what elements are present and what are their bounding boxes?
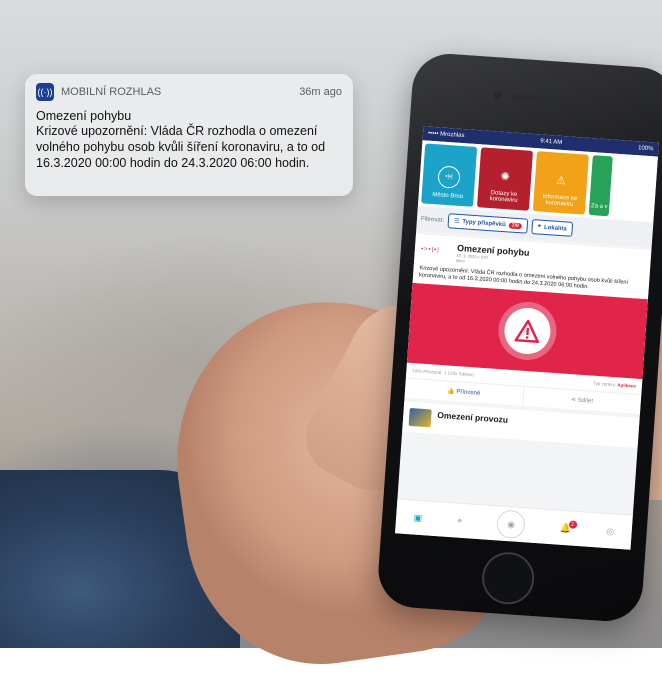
useful-label: Přínosné (456, 389, 481, 397)
profile-tab-icon[interactable]: ◎ (606, 525, 615, 537)
virus-icon: ✺ (500, 170, 511, 183)
tile-label: Za a v (590, 203, 608, 211)
smartphone: ••••• Mrozhlas 9:41 AM 100% •|•| Město B… (375, 51, 662, 624)
tile-label: Dotazy ke koronaviru (489, 190, 518, 204)
type-value: Aplikace (617, 382, 637, 389)
location-tab-icon[interactable]: ⌖ (457, 515, 463, 526)
battery: 100% (637, 145, 654, 153)
tile-informace[interactable]: ⚠ Informace ke koronaviru (532, 151, 589, 215)
filter-label: Filtrovat: (420, 215, 445, 224)
location-pin-icon: ⌖ (537, 223, 542, 230)
post-type: Typ zprávy: Aplikace (593, 381, 636, 389)
sliders-icon: ☰ (453, 218, 460, 225)
post-title-2: Omezení provozu (437, 409, 509, 425)
warning-icon (502, 306, 553, 356)
push-notification[interactable]: ((·)) MOBILNÍ ROZHLAS 36m ago Omezení po… (25, 74, 353, 196)
useful-count: 100x Přínosné (412, 368, 442, 376)
feed-tab-icon[interactable]: ▣ (413, 512, 422, 524)
types-filter-label: Typy příspěvků (462, 218, 507, 228)
earpiece-speaker (511, 94, 568, 104)
notification-count-badge: 2 (568, 519, 577, 529)
types-count-badge: 7/9 (508, 221, 522, 229)
location-filter-button[interactable]: ⌖ Lokalita (531, 219, 574, 237)
notifications-tab-icon[interactable]: 🔔 2 (560, 519, 577, 534)
share-icon: ⋖ (570, 397, 577, 404)
shared-count: 1 120x Sdíleno (443, 370, 475, 378)
notification-time: 36m ago (299, 86, 342, 98)
city-logo-icon: •|•| (437, 165, 461, 189)
share-label: Sdílet (577, 397, 594, 405)
tile-partial[interactable]: Za a v (588, 155, 613, 217)
front-camera (493, 91, 503, 100)
types-filter-button[interactable]: ☰ Typy příspěvků 7/9 (447, 213, 529, 234)
post-heading: Omezení pohybu 15. 3. 2020 v 8:57 Brno (456, 243, 530, 268)
tile-mesto-brno[interactable]: •|•| Město Brno (421, 143, 478, 207)
radio-broadcast-icon: ((·)) (36, 83, 54, 101)
tab-bar: ▣ ⌖ ◉ 🔔 2 ◎ (395, 498, 633, 550)
post-logo-2 (408, 407, 432, 428)
tile-dotazy[interactable]: ✺ Dotazy ke koronaviru (476, 147, 534, 211)
warning-icon: ⚠ (555, 174, 567, 187)
camera-icon: ◉ (506, 518, 516, 530)
post-card[interactable]: •>•|•| Omezení pohybu 15. 3. 2020 v 8:57… (404, 233, 652, 415)
notification-text: Krizové upozornění: Vláda ČR rozhodla o … (36, 124, 326, 170)
camera-button[interactable]: ◉ (496, 509, 527, 540)
tile-label: Město Brno (432, 192, 464, 201)
thumbs-up-icon: 👍 (446, 388, 455, 396)
home-button[interactable] (480, 550, 536, 606)
notification-header: ((·)) MOBILNÍ ROZHLAS 36m ago (36, 83, 342, 101)
post-counts: 100x Přínosné 1 120x Sdíleno (412, 368, 474, 377)
clock: 9:41 AM (540, 138, 563, 146)
notification-app-name: MOBILNÍ ROZHLAS (61, 86, 162, 98)
phone-screen: ••••• Mrozhlas 9:41 AM 100% •|•| Město B… (395, 126, 659, 550)
type-label: Typ zprávy: (593, 380, 617, 388)
tile-label: Informace ke koronaviru (542, 193, 578, 208)
notification-title: Omezení pohybu (36, 109, 132, 123)
post-logo: •>•|•| (420, 246, 440, 254)
location-filter-label: Lokalita (543, 224, 567, 232)
carrier: ••••• Mrozhlas (427, 130, 465, 140)
